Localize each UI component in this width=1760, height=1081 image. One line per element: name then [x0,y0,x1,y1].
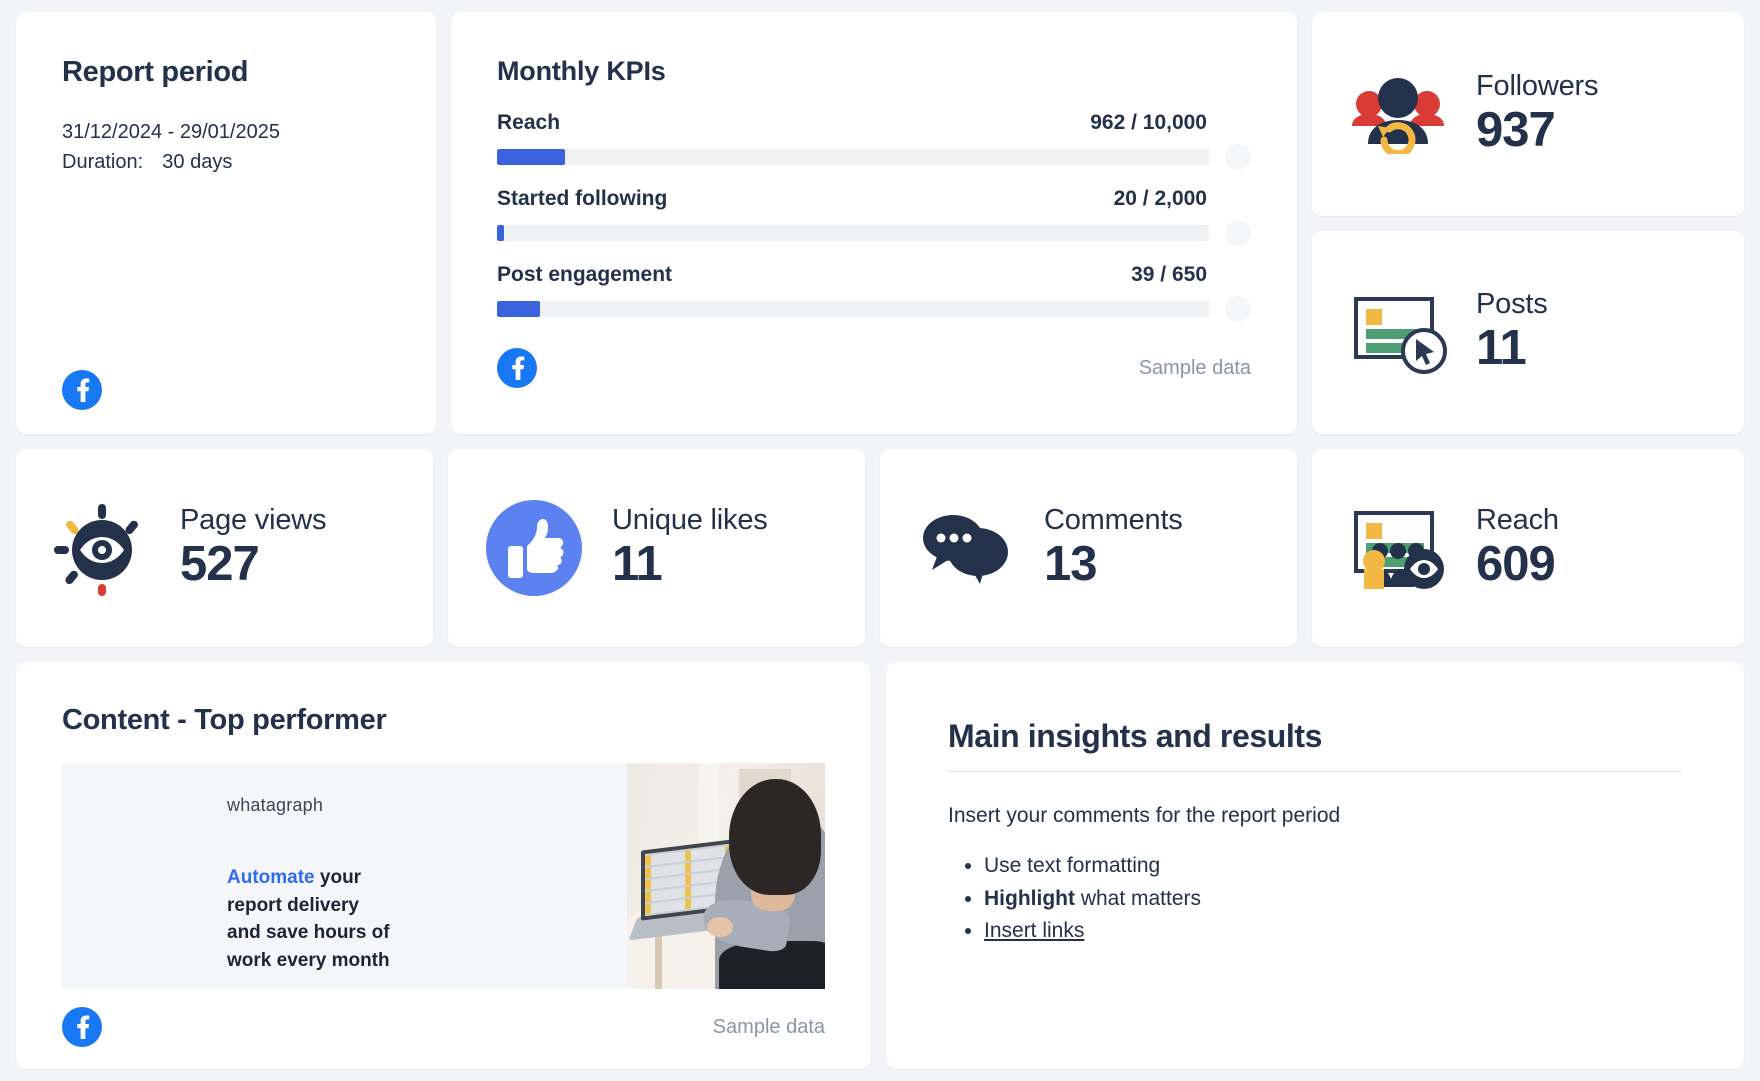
insights-divider [948,771,1682,772]
bullet-text: what matters [1074,886,1202,910]
posts-label: Posts [1476,288,1548,321]
creative-headline-rest: your [314,867,362,888]
kpi-progress-fill [497,149,566,165]
followers-card: Followers 937 [1312,12,1744,216]
followers-label: Followers [1476,69,1599,102]
content-card-title: Content - Top performer [62,704,387,736]
content-creative-thumbnail[interactable]: whatagraph Automate your report delivery… [62,763,825,989]
creative-headline-accent: Automate [227,867,315,888]
creative-brand-name: whatagraph [227,795,324,815]
reach-audience-icon [1346,505,1450,591]
insights-title: Main insights and results [948,718,1323,754]
kpi-list: Reach 962 / 10,000 Started following 20 … [497,111,1251,322]
monthly-kpis-card: Monthly KPIs Reach 962 / 10,000 Started … [451,12,1297,434]
stats-row: Page views 527 Unique likes 11 Comments … [16,449,1744,647]
posts-document-cursor-icon [1346,289,1450,375]
report-period-meta: 31/12/2024 - 29/01/2025 Duration: 30 day… [62,117,390,177]
reach-label: Reach [1476,504,1559,537]
facebook-icon [62,370,102,410]
followers-value: 937 [1476,102,1556,157]
facebook-icon [62,1007,102,1047]
unique-likes-label: Unique likes [612,504,768,537]
list-item[interactable]: Use text formatting [984,850,1682,883]
kpi-label: Reach [497,111,561,134]
comments-label: Comments [1044,504,1183,537]
content-card-footer: Sample data [62,1007,825,1047]
posts-card: Posts 11 [1312,230,1744,434]
comments-text: Comments 13 [1044,504,1183,592]
kpi-item-reach: Reach 962 / 10,000 [497,111,1251,170]
sample-data-label: Sample data [1138,356,1251,379]
sample-data-label: Sample data [712,1015,825,1038]
report-card-footer [62,370,390,410]
kpi-item-started-following: Started following 20 / 2,000 [497,187,1251,246]
kpi-progress-fill [497,301,540,317]
page-views-value: 527 [180,537,260,592]
creative-photo [627,763,825,989]
report-period-title: Report period [62,56,249,88]
unique-likes-text: Unique likes 11 [612,504,768,592]
top-row: Report period 31/12/2024 - 29/01/2025 Du… [16,12,1744,434]
eye-views-icon [50,498,154,598]
kpi-progress-fill [497,225,505,241]
report-date-range: 31/12/2024 - 29/01/2025 [62,121,280,143]
creative-headline-line3: and save hours of [227,922,390,944]
posts-value: 11 [1476,321,1527,376]
posts-text: Posts 11 [1476,288,1548,376]
kpi-end-marker [1225,144,1251,170]
kpi-card-footer: Sample data [497,348,1251,388]
kpi-end-marker [1225,220,1251,246]
bullet-bold-text: Highlight [984,886,1075,910]
kpi-value: 39 / 650 [1131,263,1207,286]
kpi-item-post-engagement: Post engagement 39 / 650 [497,263,1251,322]
list-item[interactable]: Insert links [984,915,1682,948]
dashboard: Report period 31/12/2024 - 29/01/2025 Du… [0,0,1760,1081]
followers-group-icon [1346,74,1450,154]
reach-card: Reach 609 [1312,449,1744,647]
kpi-label: Post engagement [497,263,673,286]
page-views-label: Page views [180,504,327,537]
kpi-label: Started following [497,187,668,210]
list-item[interactable]: Highlight what matters [984,883,1682,916]
page-views-text: Page views 527 [180,504,327,592]
unique-likes-card: Unique likes 11 [448,449,865,647]
speech-bubbles-icon [914,508,1018,588]
reach-text: Reach 609 [1476,504,1559,592]
insights-bullet-list: Use text formatting Highlight what matte… [948,850,1682,948]
bottom-row: Content - Top performer whatagraph Autom… [16,662,1744,1069]
unique-likes-value: 11 [612,537,663,592]
creative-headline-line2: report delivery [227,894,359,916]
kpi-value: 962 / 10,000 [1090,111,1207,134]
creative-text-panel: whatagraph Automate your report delivery… [62,763,627,989]
followers-text: Followers 937 [1476,70,1598,158]
kpi-progress-track [497,149,1209,165]
kpi-value: 20 / 2,000 [1113,187,1207,210]
page-views-card: Page views 527 [16,449,433,647]
insights-lead-text[interactable]: Insert your comments for the report peri… [948,804,1682,828]
facebook-icon [497,348,537,388]
reach-value: 609 [1476,537,1556,592]
report-duration-value: 30 days [162,151,233,173]
bullet-link-text[interactable]: Insert links [984,919,1084,942]
comments-value: 13 [1044,537,1098,592]
creative-headline: Automate your report delivery and save h… [227,864,627,974]
comments-card: Comments 13 [880,449,1297,647]
kpi-end-marker [1225,296,1251,322]
creative-headline-line4: work every month [227,949,390,971]
monthly-kpis-title: Monthly KPIs [497,56,666,86]
kpi-progress-track [497,301,1209,317]
report-duration-label: Duration: [62,151,144,173]
main-insights-card: Main insights and results Insert your co… [886,662,1744,1069]
report-period-card: Report period 31/12/2024 - 29/01/2025 Du… [16,12,436,434]
right-stats-column: Followers 937 Posts 11 [1312,12,1744,434]
thumbs-up-icon [482,500,586,596]
content-top-performer-card: Content - Top performer whatagraph Autom… [16,662,871,1069]
kpi-progress-track [497,225,1209,241]
bullet-text: Use text formatting [984,854,1161,877]
